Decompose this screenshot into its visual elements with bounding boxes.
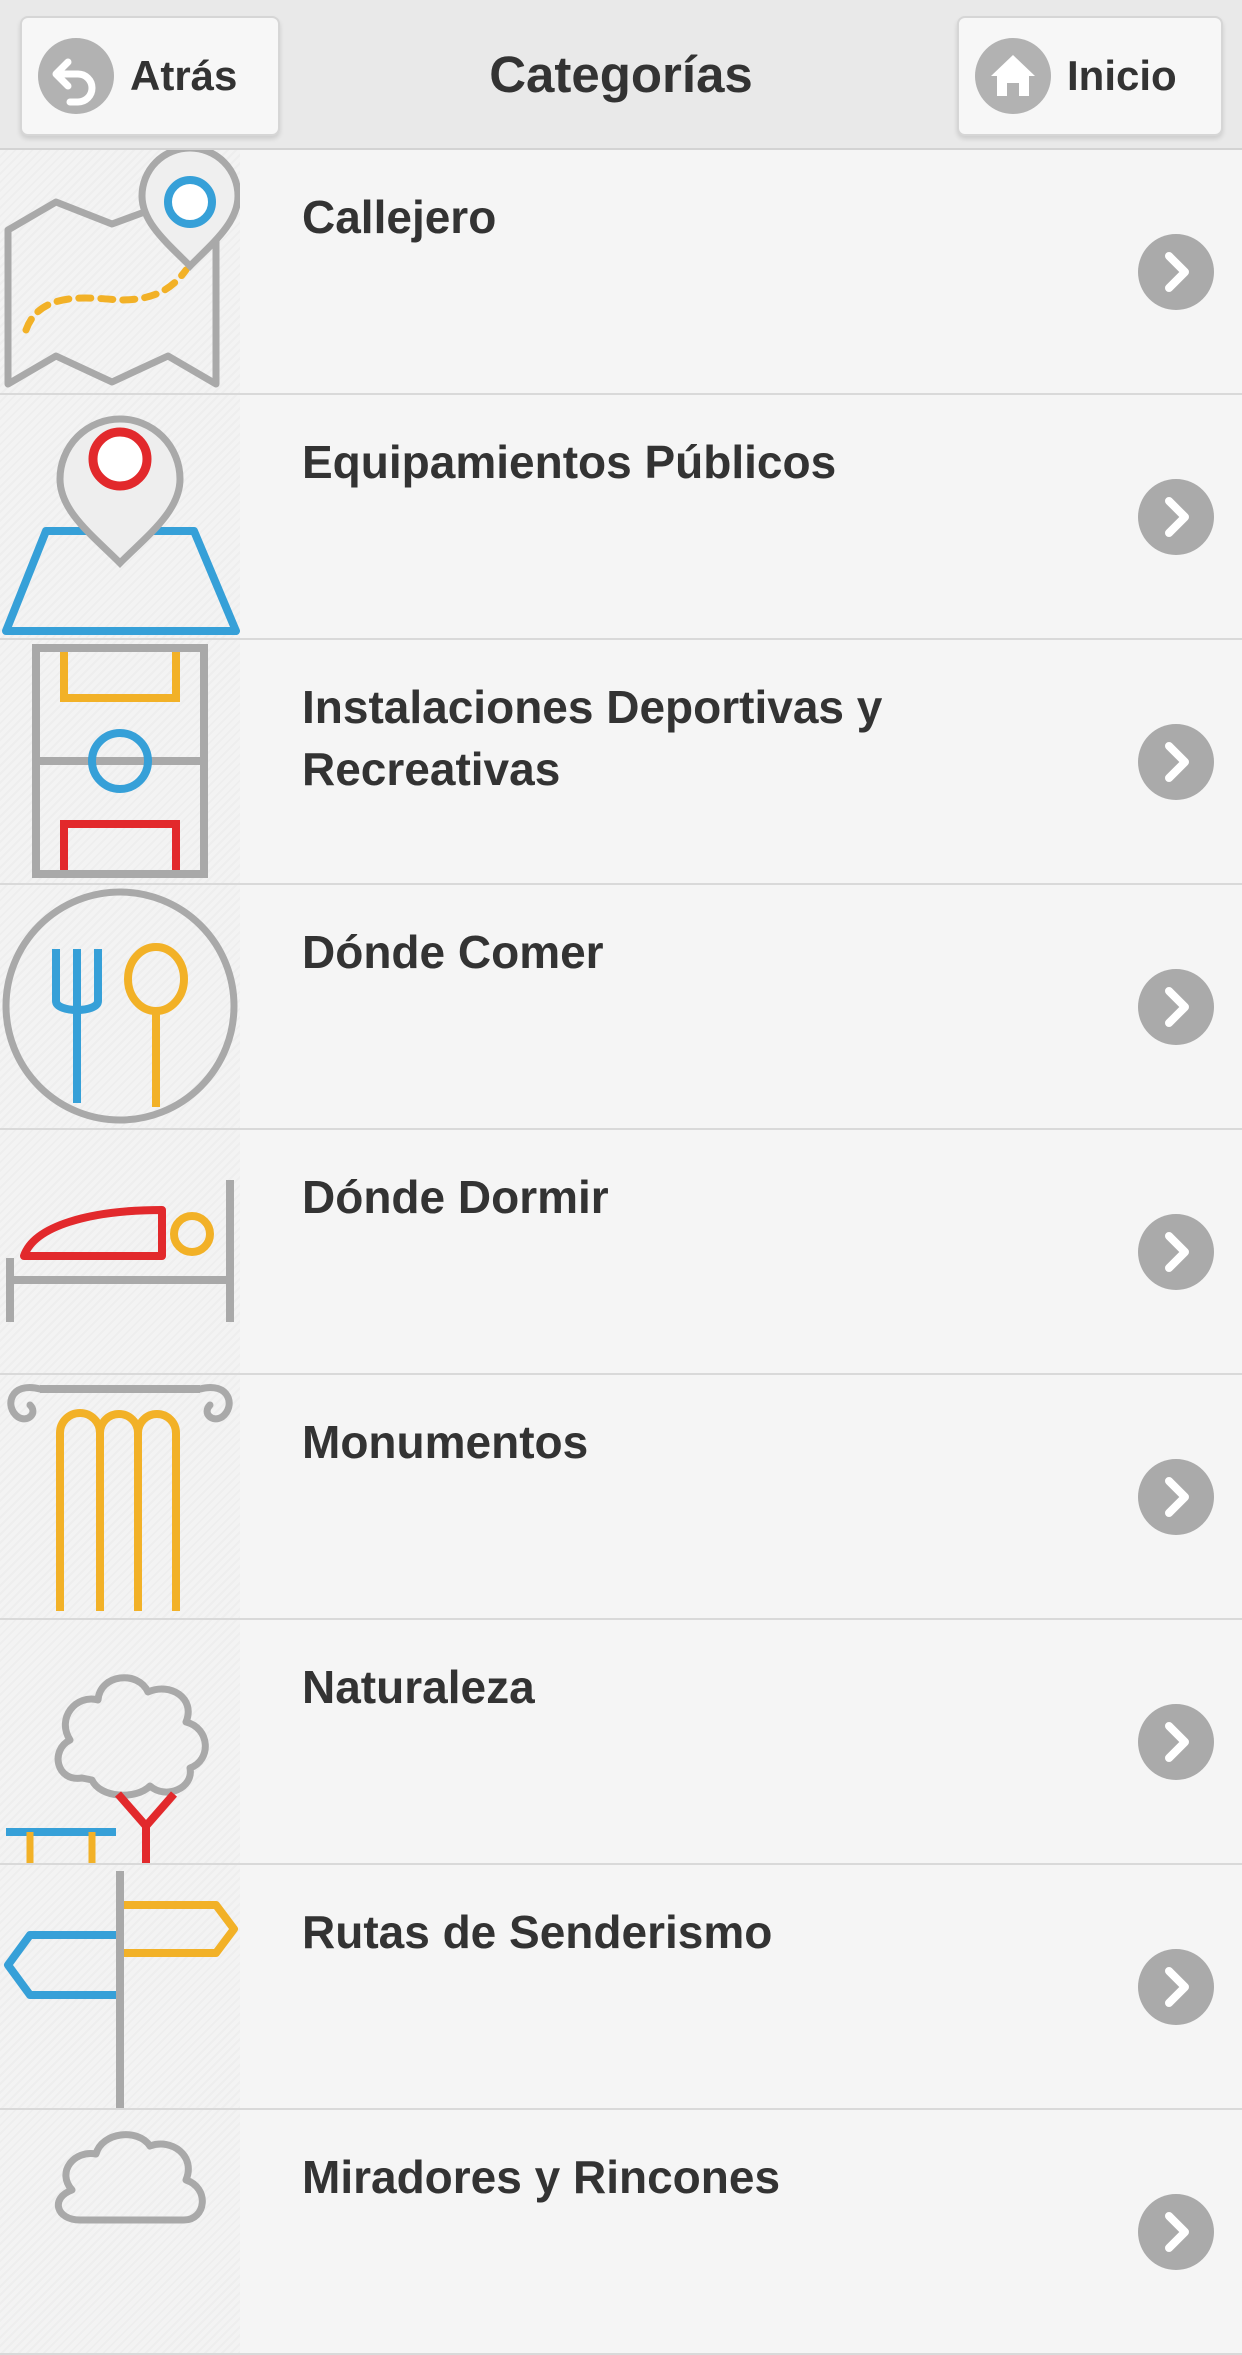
top-bar: Atrás Categorías Inicio xyxy=(0,0,1242,150)
category-row-equipamientos-publicos[interactable]: Equipamientos Públicos xyxy=(0,395,1242,640)
chevron-right-icon[interactable] xyxy=(1138,1949,1214,2025)
chevron-right-icon[interactable] xyxy=(1138,2194,1214,2270)
signpost-icon xyxy=(0,1865,240,2108)
viewpoint-icon xyxy=(0,2110,240,2353)
category-label: Callejero xyxy=(302,191,497,243)
page-title: Categorías xyxy=(489,45,753,103)
category-row-rutas-de-senderismo[interactable]: Rutas de Senderismo xyxy=(0,1865,1242,2110)
category-row-callejero[interactable]: Callejero xyxy=(0,150,1242,395)
category-list: Callejero Equipamientos Públicos Instala… xyxy=(0,150,1242,2355)
back-label: Atrás xyxy=(130,52,238,99)
category-row-miradores-y-rincones[interactable]: Miradores y Rincones xyxy=(0,2110,1242,2355)
home-icon xyxy=(975,38,1051,114)
chevron-right-icon[interactable] xyxy=(1138,1459,1214,1535)
fork-spoon-icon xyxy=(0,885,240,1128)
category-row-monumentos[interactable]: Monumentos xyxy=(0,1375,1242,1620)
column-icon xyxy=(0,1375,240,1618)
chevron-right-icon[interactable] xyxy=(1138,1214,1214,1290)
category-row-instalaciones-deportivas[interactable]: Instalaciones Deportivas y Recreativas xyxy=(0,640,1242,885)
sports-field-icon xyxy=(0,640,240,883)
bed-icon xyxy=(0,1130,240,1373)
back-button[interactable]: Atrás xyxy=(20,16,280,136)
category-label: Miradores y Rincones xyxy=(302,2151,781,2203)
category-label: Naturaleza xyxy=(302,1661,535,1713)
tree-icon xyxy=(0,1620,240,1863)
chevron-right-icon[interactable] xyxy=(1138,234,1214,310)
category-label: Dónde Comer xyxy=(302,926,604,978)
category-row-donde-comer[interactable]: Dónde Comer xyxy=(0,885,1242,1130)
home-label: Inicio xyxy=(1067,52,1177,99)
street-map-icon xyxy=(0,150,240,393)
category-row-donde-dormir[interactable]: Dónde Dormir xyxy=(0,1130,1242,1375)
chevron-right-icon[interactable] xyxy=(1138,969,1214,1045)
home-button[interactable]: Inicio xyxy=(957,16,1223,136)
category-label: Rutas de Senderismo xyxy=(302,1906,773,1958)
category-label: Monumentos xyxy=(302,1416,589,1468)
category-label: Equipamientos Públicos xyxy=(302,436,837,488)
public-facilities-icon xyxy=(0,395,240,638)
chevron-right-icon[interactable] xyxy=(1138,724,1214,800)
category-row-naturaleza[interactable]: Naturaleza xyxy=(0,1620,1242,1865)
category-label: Instalaciones Deportivas y Recreativas xyxy=(302,681,883,795)
category-label: Dónde Dormir xyxy=(302,1171,609,1223)
chevron-right-icon[interactable] xyxy=(1138,1704,1214,1780)
back-arrow-icon xyxy=(38,38,114,114)
chevron-right-icon[interactable] xyxy=(1138,479,1214,555)
